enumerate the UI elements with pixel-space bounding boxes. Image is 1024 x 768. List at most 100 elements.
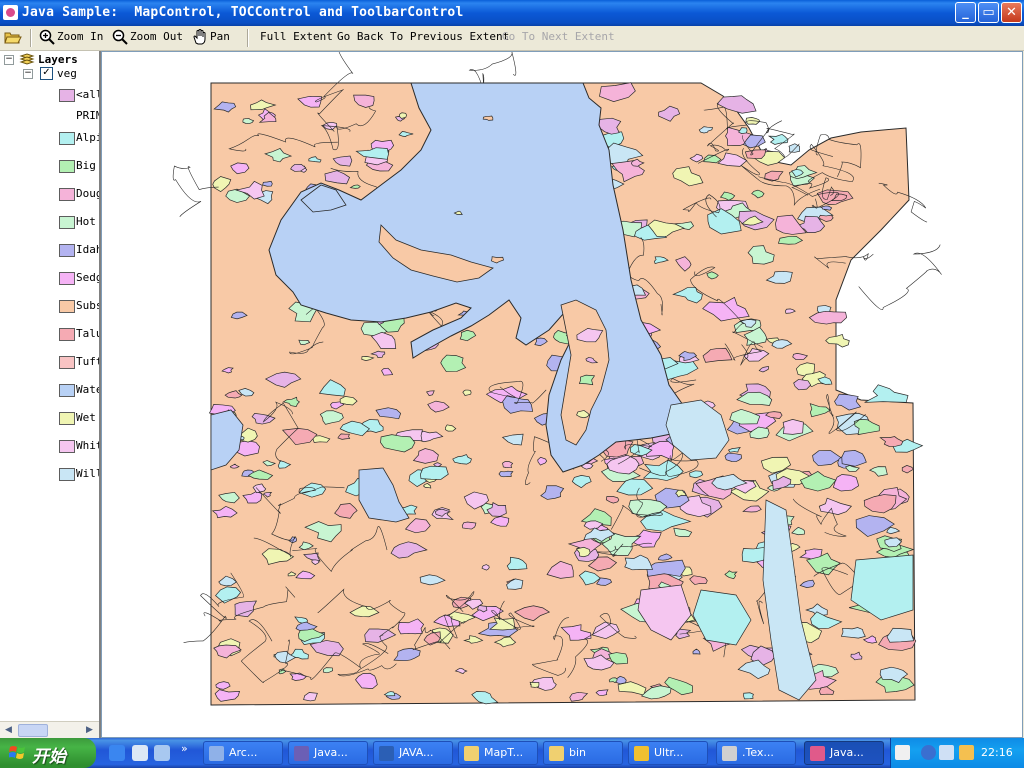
- vegetation-patch: [743, 692, 754, 700]
- legend-swatch: [59, 356, 75, 369]
- legend-swatch: [59, 384, 75, 397]
- legend-label: Wate: [76, 383, 101, 396]
- vegetation-patch: [502, 461, 514, 469]
- toolbar-separator: [30, 29, 32, 47]
- ie-icon[interactable]: [109, 745, 125, 761]
- vegetation-patch: [767, 133, 789, 145]
- scroll-thumb[interactable]: [18, 724, 48, 737]
- legend-swatch: [59, 272, 75, 285]
- pan-label: Pan: [210, 30, 230, 43]
- window-title: Java Sample: MapControl, TOCControl and …: [22, 5, 464, 20]
- veg-visibility-checkbox[interactable]: ✓: [40, 67, 53, 80]
- veg-layer-label[interactable]: veg: [57, 67, 77, 80]
- toc-horizontal-scrollbar[interactable]: ◀ ▶: [0, 721, 99, 738]
- taskbar-task-button[interactable]: bin: [543, 741, 623, 765]
- legend-label: <all: [76, 88, 101, 101]
- legend-swatch: [59, 440, 75, 453]
- vegetation-patch: [498, 470, 514, 478]
- maximize-button[interactable]: ▭: [978, 2, 999, 23]
- messenger-icon[interactable]: [959, 745, 974, 760]
- toolbar-separator: [247, 29, 249, 47]
- taskbar-task-button[interactable]: MapT...: [458, 741, 538, 765]
- zoom-in-icon: [39, 29, 55, 45]
- taskbar-task-button[interactable]: Java...: [804, 741, 884, 765]
- legend-label: Hot: [76, 215, 96, 228]
- tray-expand-icon[interactable]: [921, 745, 936, 760]
- layers-root-label[interactable]: Layers: [38, 53, 78, 66]
- scroll-left-icon[interactable]: ◀: [2, 723, 15, 737]
- java-app-icon[interactable]: [3, 5, 18, 20]
- task-app-icon: [379, 746, 394, 761]
- task-app-icon: [464, 746, 479, 761]
- task-app-icon: [634, 746, 649, 761]
- legend-label: Tuft: [76, 355, 101, 368]
- vegetation-patch: [724, 452, 742, 462]
- minimize-button[interactable]: _: [955, 2, 976, 23]
- legend-swatch: [59, 160, 75, 173]
- vegetation-patch: [440, 354, 467, 372]
- taskbar-task-button[interactable]: Java...: [288, 741, 368, 765]
- system-tray: 22:16: [890, 738, 1024, 768]
- legend-swatch: [59, 216, 75, 229]
- veg-collapse-toggle[interactable]: −: [23, 69, 33, 79]
- legend-swatch: [59, 244, 75, 257]
- vegetation-patch: [782, 418, 804, 435]
- go-next-extent-button[interactable]: Go To Next Extent: [502, 26, 615, 50]
- legend-swatch: [59, 328, 75, 341]
- task-app-icon: [810, 746, 825, 761]
- legend-label: Talu: [76, 327, 101, 340]
- task-label: MapT...: [484, 746, 524, 759]
- map-control[interactable]: [101, 48, 1023, 738]
- network-icon[interactable]: [939, 745, 954, 760]
- clock: 22:16: [981, 746, 1013, 759]
- task-label: Java...: [314, 746, 348, 759]
- legend-label: Will: [76, 467, 101, 480]
- keyboard-icon[interactable]: [895, 745, 910, 760]
- task-app-icon: [722, 746, 737, 761]
- quicklaunch-more-icon[interactable]: »: [181, 742, 188, 755]
- vegetation-map[interactable]: [102, 48, 1022, 737]
- legend-label: Big: [76, 159, 96, 172]
- taskbar-task-button[interactable]: Arc...: [203, 741, 283, 765]
- legend-label: Subs: [76, 299, 101, 312]
- taskbar-task-button[interactable]: .Tex...: [716, 741, 796, 765]
- scroll-right-icon[interactable]: ▶: [83, 723, 96, 737]
- vegetation-patch: [529, 681, 540, 688]
- task-app-icon: [294, 746, 309, 761]
- vegetation-patch: [461, 521, 477, 530]
- legend-label: Idah: [76, 243, 101, 256]
- taskbar-task-button[interactable]: Ultr...: [628, 741, 708, 765]
- windows-flag-icon: [9, 746, 25, 759]
- hand-pan-icon: [193, 29, 206, 45]
- vegetation-patch: [744, 149, 767, 159]
- task-app-icon: [209, 746, 224, 761]
- task-app-icon: [549, 746, 564, 761]
- full-extent-button[interactable]: Full Extent: [260, 26, 333, 50]
- legend-label: Alpi: [76, 131, 101, 144]
- pan-button[interactable]: Pan: [192, 26, 230, 50]
- folder-open-icon: [4, 32, 22, 44]
- layers-icon: [19, 53, 35, 65]
- task-label: Ultr...: [654, 746, 684, 759]
- start-button[interactable]: 开始: [0, 738, 96, 768]
- taskbar-task-button[interactable]: JAVA...: [373, 741, 453, 765]
- zoom-out-button[interactable]: Zoom Out: [112, 26, 183, 50]
- show-desktop-icon[interactable]: [154, 745, 170, 761]
- vegetation-patch: [262, 180, 273, 187]
- outlook-icon[interactable]: [132, 745, 148, 761]
- go-back-extent-button[interactable]: Go Back To Previous Extent: [337, 26, 509, 50]
- task-label: Arc...: [229, 746, 258, 759]
- layers-collapse-toggle[interactable]: −: [4, 55, 14, 65]
- legend-field-heading: PRIM: [76, 109, 101, 122]
- vegetation-patch: [420, 465, 449, 480]
- zoom-in-button[interactable]: Zoom In: [39, 26, 103, 50]
- title-bar: Java Sample: MapControl, TOCControl and …: [0, 0, 1024, 26]
- zoom-in-label: Zoom In: [57, 30, 104, 43]
- task-label: Java...: [830, 746, 864, 759]
- vegetation-patch: [832, 474, 859, 492]
- open-document-button[interactable]: [4, 26, 24, 50]
- legend-swatch: [59, 188, 75, 201]
- close-button[interactable]: ✕: [1001, 2, 1022, 23]
- legend-label: Sedg: [76, 271, 101, 284]
- legend-swatch: [59, 412, 75, 425]
